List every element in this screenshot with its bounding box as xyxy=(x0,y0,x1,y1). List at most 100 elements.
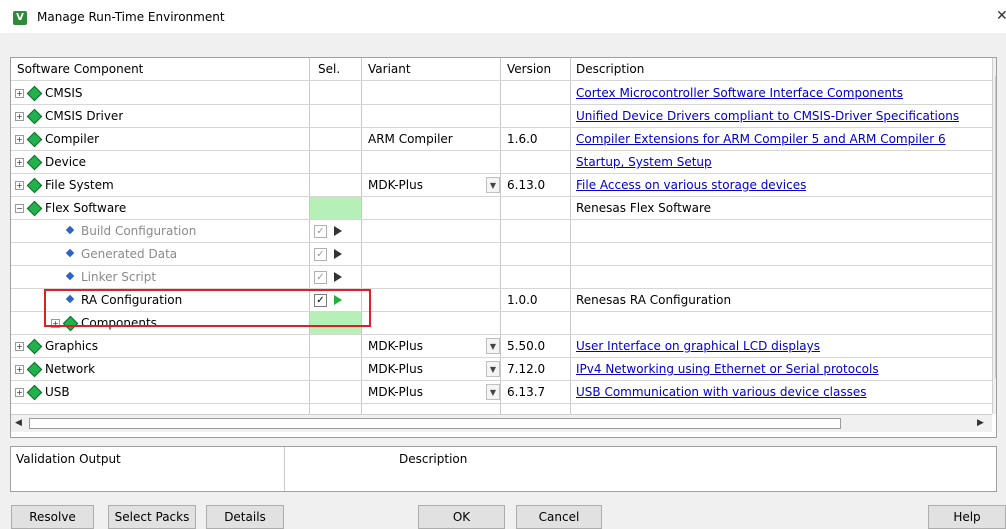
description-link[interactable]: File Access on various storage devices xyxy=(576,174,806,197)
component-name: Compiler xyxy=(45,132,100,146)
validation-panel: Validation Output Description xyxy=(10,446,997,492)
grid-header: Software Component Sel. Variant Version … xyxy=(11,58,996,81)
variant-value[interactable]: MDK-Plus xyxy=(368,335,423,358)
table-row[interactable]: Generated Data ✓ xyxy=(11,243,996,266)
table-row[interactable]: + Compiler ARM Compiler 1.6.0 Compiler E… xyxy=(11,128,996,151)
chevron-down-icon[interactable]: ▼ xyxy=(486,361,500,377)
table-row[interactable]: + USB MDK-Plus ▼ 6.13.7 USB Communicatio… xyxy=(11,381,996,404)
component-name: Generated Data xyxy=(81,247,178,261)
component-group-icon xyxy=(28,87,40,99)
header-variant[interactable]: Variant xyxy=(368,58,411,81)
table-row[interactable]: + Graphics MDK-Plus ▼ 5.50.0 User Interf… xyxy=(11,335,996,358)
component-group-icon xyxy=(28,133,40,145)
close-icon[interactable]: ✕ xyxy=(996,8,1006,24)
window-title: Manage Run-Time Environment xyxy=(37,10,225,24)
highlight-box xyxy=(44,289,371,327)
play-icon[interactable] xyxy=(334,272,342,282)
description-text: Renesas RA Configuration xyxy=(576,293,732,307)
header-version[interactable]: Version xyxy=(507,58,551,81)
select-checkbox[interactable]: ✓ xyxy=(314,271,327,284)
table-row[interactable]: Linker Script ✓ xyxy=(11,266,996,289)
table-row[interactable]: + CMSIS Driver Unified Device Drivers co… xyxy=(11,105,996,128)
description-link[interactable]: Startup, System Setup xyxy=(576,151,712,174)
table-row[interactable]: + File System MDK-Plus ▼ 6.13.0 File Acc… xyxy=(11,174,996,197)
ok-button[interactable]: OK xyxy=(418,505,505,529)
component-name: Linker Script xyxy=(81,270,157,284)
vertical-scrollbar[interactable]: ▲ ▼ xyxy=(992,58,997,414)
help-button[interactable]: Help xyxy=(928,505,1006,529)
component-grid[interactable]: Software Component Sel. Variant Version … xyxy=(10,57,997,438)
component-group-icon xyxy=(28,386,40,398)
table-row[interactable]: + Network MDK-Plus ▼ 7.12.0 IPv4 Network… xyxy=(11,358,996,381)
description-link[interactable]: User Interface on graphical LCD displays xyxy=(576,335,820,358)
validation-output-label: Validation Output xyxy=(16,452,121,466)
description-link[interactable]: Compiler Extensions for ARM Compiler 5 a… xyxy=(576,128,946,151)
scroll-thumb[interactable] xyxy=(995,76,996,378)
table-row[interactable]: + Device Startup, System Setup xyxy=(11,151,996,174)
component-name: Graphics xyxy=(45,339,98,353)
description-link[interactable]: USB Communication with various device cl… xyxy=(576,381,867,404)
component-item-icon xyxy=(66,226,74,236)
component-name: Network xyxy=(45,362,96,376)
scroll-up-icon[interactable]: ▲ xyxy=(996,60,997,70)
chevron-down-icon[interactable]: ▼ xyxy=(486,384,500,400)
variant-value: ARM Compiler xyxy=(368,132,453,146)
header-component[interactable]: Software Component xyxy=(17,58,143,81)
version-value: 5.50.0 xyxy=(507,339,546,353)
table-row[interactable]: Build Configuration ✓ xyxy=(11,220,996,243)
component-group-icon xyxy=(28,179,40,191)
expand-icon[interactable]: + xyxy=(15,89,24,98)
expand-icon[interactable]: + xyxy=(15,158,24,167)
expand-icon[interactable]: + xyxy=(15,365,24,374)
select-checkbox[interactable]: ✓ xyxy=(314,225,327,238)
component-group-icon xyxy=(28,156,40,168)
description-link[interactable]: IPv4 Networking using Ethernet or Serial… xyxy=(576,358,879,381)
variant-value[interactable]: MDK-Plus xyxy=(368,358,423,381)
description-link[interactable]: Cortex Microcontroller Software Interfac… xyxy=(576,82,903,105)
chevron-down-icon[interactable]: ▼ xyxy=(486,177,500,193)
description-text: Renesas Flex Software xyxy=(576,201,712,215)
expand-icon[interactable]: + xyxy=(15,388,24,397)
title-bar: V Manage Run-Time Environment ✕ xyxy=(0,0,1006,33)
chevron-down-icon[interactable]: ▼ xyxy=(486,338,500,354)
component-name: Flex Software xyxy=(45,201,127,215)
component-name: CMSIS xyxy=(45,86,83,100)
variant-value[interactable]: MDK-Plus xyxy=(368,381,423,404)
component-item-icon xyxy=(66,249,74,259)
table-row[interactable]: + CMSIS Cortex Microcontroller Software … xyxy=(11,82,996,105)
expand-icon[interactable]: + xyxy=(15,112,24,121)
resolve-button[interactable]: Resolve xyxy=(11,505,94,529)
component-name: Build Configuration xyxy=(81,224,197,238)
variant-value[interactable]: MDK-Plus xyxy=(368,174,423,197)
scroll-down-icon[interactable]: ▼ xyxy=(996,398,997,408)
component-group-icon xyxy=(28,363,40,375)
component-item-icon xyxy=(66,272,74,282)
expand-icon[interactable]: + xyxy=(15,135,24,144)
component-group-icon xyxy=(28,340,40,352)
horizontal-scrollbar[interactable]: ◀ ▶ xyxy=(11,414,992,432)
component-name: Device xyxy=(45,155,87,169)
select-packs-button[interactable]: Select Packs xyxy=(108,505,196,529)
select-checkbox[interactable]: ✓ xyxy=(314,248,327,261)
description-link[interactable]: Unified Device Drivers compliant to CMSI… xyxy=(576,105,959,128)
play-icon[interactable] xyxy=(334,249,342,259)
version-value: 6.13.7 xyxy=(507,385,546,399)
play-icon[interactable] xyxy=(334,226,342,236)
scroll-left-icon[interactable]: ◀ xyxy=(15,418,22,428)
version-value: 1.0.0 xyxy=(507,293,538,307)
version-value: 7.12.0 xyxy=(507,362,546,376)
component-group-icon xyxy=(28,202,40,214)
component-name: CMSIS Driver xyxy=(45,109,124,123)
header-sel[interactable]: Sel. xyxy=(318,58,340,81)
scroll-right-icon[interactable]: ▶ xyxy=(977,418,984,428)
expand-icon[interactable]: + xyxy=(15,342,24,351)
cancel-button[interactable]: Cancel xyxy=(516,505,602,529)
scroll-thumb[interactable] xyxy=(29,418,841,429)
collapse-icon[interactable]: − xyxy=(15,204,24,213)
version-value: 6.13.0 xyxy=(507,178,546,192)
header-description[interactable]: Description xyxy=(576,58,644,81)
expand-icon[interactable]: + xyxy=(15,181,24,190)
table-row[interactable]: − Flex Software Renesas Flex Software xyxy=(11,197,996,220)
component-group-icon xyxy=(28,110,40,122)
details-button[interactable]: Details xyxy=(206,505,284,529)
